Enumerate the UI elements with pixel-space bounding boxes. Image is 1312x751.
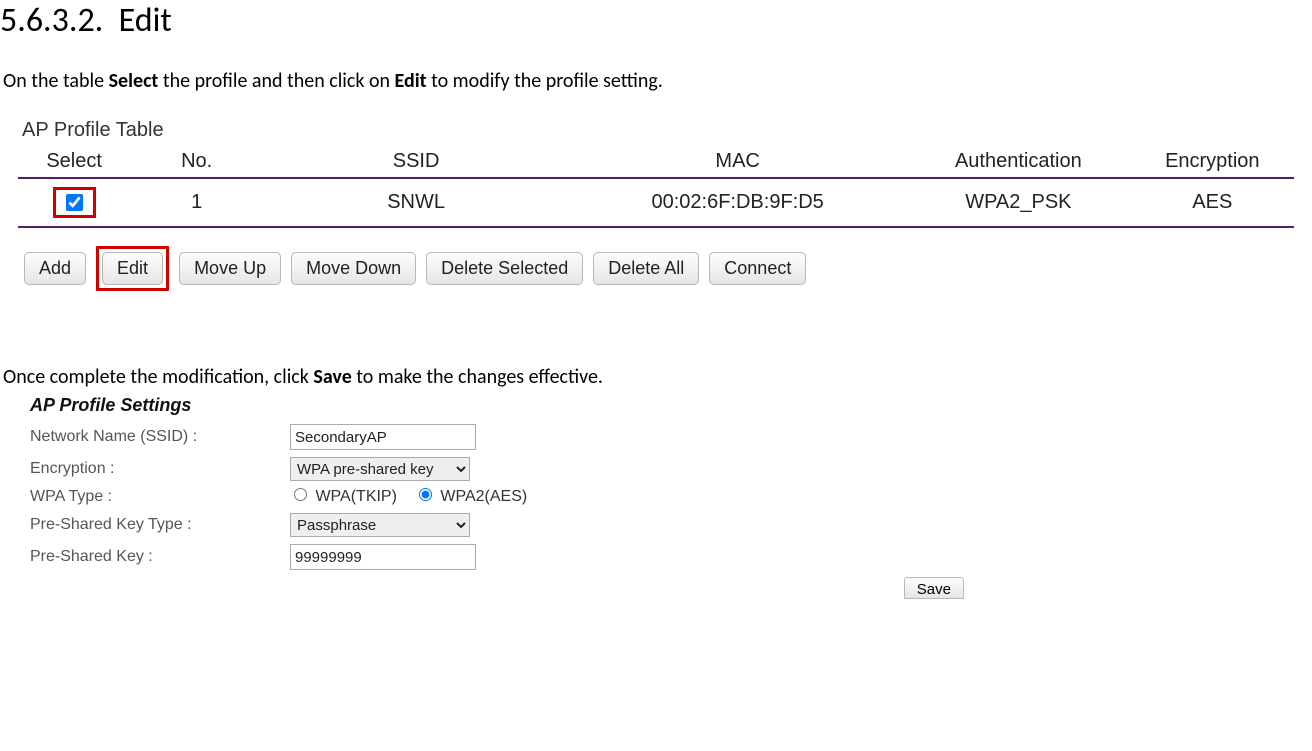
edit-highlight: Edit: [96, 246, 169, 291]
col-auth: Authentication: [906, 146, 1131, 178]
cell-enc: AES: [1131, 178, 1294, 227]
add-button[interactable]: Add: [24, 252, 86, 285]
cell-auth: WPA2_PSK: [906, 178, 1131, 227]
delete-selected-button[interactable]: Delete Selected: [426, 252, 583, 285]
wpa-tkip-option[interactable]: WPA(TKIP): [290, 488, 397, 506]
cell-no: 1: [130, 178, 263, 227]
ap-profile-table-title: AP Profile Table: [22, 119, 1294, 142]
row-wpa-type: WPA Type : WPA(TKIP) WPA2(AES): [30, 488, 1294, 506]
label-psk-type: Pre-Shared Key Type :: [30, 516, 290, 534]
connect-button[interactable]: Connect: [709, 252, 806, 285]
col-enc: Encryption: [1131, 146, 1294, 178]
move-up-button[interactable]: Move Up: [179, 252, 281, 285]
psk-input[interactable]: [290, 544, 476, 570]
label-wpa-type: WPA Type :: [30, 488, 290, 506]
col-mac: MAC: [569, 146, 906, 178]
ssid-input[interactable]: [290, 424, 476, 450]
section-number: 5.6.3.2.: [0, 0, 103, 41]
row-ssid: Network Name (SSID) :: [30, 424, 1294, 450]
instruction-save: Once complete the modification, click Sa…: [0, 365, 1312, 389]
psk-type-select[interactable]: Passphrase: [290, 513, 470, 537]
table-row: 1 SNWL 00:02:6F:DB:9F:D5 WPA2_PSK AES: [18, 178, 1294, 227]
wpa-aes-option[interactable]: WPA2(AES): [415, 488, 527, 506]
cell-ssid: SNWL: [263, 178, 569, 227]
col-select: Select: [18, 146, 130, 178]
move-down-button[interactable]: Move Down: [291, 252, 416, 285]
select-highlight: [53, 187, 96, 218]
section-title: Edit: [119, 0, 172, 41]
col-ssid: SSID: [263, 146, 569, 178]
ap-profile-settings-title: AP Profile Settings: [30, 395, 1294, 416]
ap-profile-table: Select No. SSID MAC Authentication Encry…: [18, 146, 1294, 228]
encryption-select[interactable]: WPA pre-shared key: [290, 457, 470, 481]
ap-profile-table-panel: AP Profile Table Select No. SSID MAC Aut…: [0, 115, 1312, 313]
col-no: No.: [130, 146, 263, 178]
profile-table-buttons: Add Edit Move Up Move Down Delete Select…: [18, 246, 1294, 291]
ap-profile-settings-panel: AP Profile Settings Network Name (SSID) …: [0, 395, 1312, 599]
wpa-tkip-radio[interactable]: [294, 488, 307, 501]
row-psk: Pre-Shared Key :: [30, 544, 1294, 570]
edit-button[interactable]: Edit: [102, 252, 163, 285]
delete-all-button[interactable]: Delete All: [593, 252, 699, 285]
cell-select: [18, 178, 130, 227]
row-encryption: Encryption : WPA pre-shared key: [30, 457, 1294, 481]
label-ssid: Network Name (SSID) :: [30, 428, 290, 446]
instruction-edit: On the table Select the profile and then…: [0, 69, 1312, 93]
row-psk-type: Pre-Shared Key Type : Passphrase: [30, 513, 1294, 537]
wpa-aes-radio[interactable]: [419, 488, 432, 501]
label-psk: Pre-Shared Key :: [30, 548, 290, 566]
section-heading: 5.6.3.2. Edit: [0, 0, 1312, 41]
label-encryption: Encryption :: [30, 460, 290, 478]
save-row: Save: [30, 577, 1294, 599]
save-button[interactable]: Save: [904, 577, 964, 599]
wpa-type-group: WPA(TKIP) WPA2(AES): [290, 488, 541, 506]
cell-mac: 00:02:6F:DB:9F:D5: [569, 178, 906, 227]
profile-select-checkbox[interactable]: [66, 194, 83, 211]
